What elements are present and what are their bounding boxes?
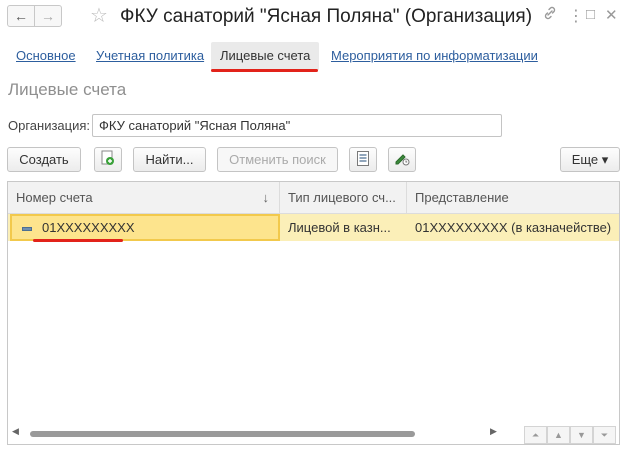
copy-icon	[101, 150, 115, 169]
sort-down-icon: ↓	[262, 190, 270, 205]
copy-button[interactable]	[94, 147, 122, 172]
scrollbar-thumb[interactable]	[30, 431, 415, 437]
section-title: Лицевые счета	[8, 80, 127, 99]
table-row[interactable]: 01XXXXXXXXX Лицевой в казн... 01XXXXXXXX…	[8, 214, 619, 241]
highlight-underline	[33, 239, 123, 242]
column-header-account-number[interactable]: Номер счета ↓	[8, 182, 280, 214]
list-settings-button[interactable]	[349, 147, 377, 172]
edit-button[interactable]	[388, 147, 416, 172]
record-icon	[22, 226, 32, 231]
tab-personal-accounts[interactable]: Лицевые счета	[211, 42, 320, 70]
account-type-cell[interactable]: Лицевой в казн...	[280, 214, 407, 241]
menu-icon[interactable]: ⋮	[568, 6, 584, 26]
active-tab-underline	[211, 69, 318, 72]
create-button[interactable]: Создать	[7, 147, 81, 172]
scroll-left-icon[interactable]: ◀	[12, 426, 19, 437]
back-button[interactable]: ←	[7, 5, 35, 27]
scroll-up-icon[interactable]: ▲	[547, 426, 570, 444]
star-icon[interactable]: ☆	[90, 3, 108, 28]
forward-button[interactable]: →	[34, 5, 62, 27]
more-button[interactable]: Еще ▾	[560, 147, 620, 172]
scroll-top-icon[interactable]: ⏶	[524, 426, 547, 444]
arrow-left-icon: ←	[14, 8, 28, 24]
tab-informatization-events[interactable]: Мероприятия по информатизации	[331, 42, 538, 70]
window-title: ФКУ санаторий "Ясная Поляна" (Организаци…	[120, 6, 533, 27]
document-list-icon	[357, 150, 369, 169]
tab-bar: Основное Учетная политика Лицевые счета …	[0, 42, 626, 72]
scroll-right-icon[interactable]: ▶	[490, 426, 497, 437]
tab-accounting-policy[interactable]: Учетная политика	[96, 42, 204, 70]
tab-main[interactable]: Основное	[16, 42, 76, 70]
arrow-right-icon: →	[41, 8, 55, 24]
horizontal-scrollbar[interactable]: ◀ ▶	[8, 426, 508, 440]
column-header-account-type[interactable]: Тип лицевого сч...	[280, 182, 407, 214]
find-button[interactable]: Найти...	[133, 147, 206, 172]
organization-field[interactable]	[92, 114, 502, 137]
organization-label: Организация:	[8, 118, 91, 133]
scroll-down-icon[interactable]: ▼	[570, 426, 593, 444]
pencil-icon	[394, 150, 410, 169]
account-number-cell[interactable]: 01XXXXXXXXX	[10, 214, 280, 241]
presentation-cell[interactable]: 01XXXXXXXXX (в казначействе)	[407, 214, 619, 241]
maximize-icon[interactable]: □	[586, 6, 595, 23]
cancel-search-button[interactable]: Отменить поиск	[217, 147, 338, 172]
column-header-presentation[interactable]: Представление	[407, 182, 619, 214]
title-bar: ← → ☆ ФКУ санаторий "Ясная Поляна" (Орга…	[0, 0, 626, 34]
close-icon[interactable]: ✕	[605, 6, 618, 24]
scroll-bottom-icon[interactable]: ⏷	[593, 426, 616, 444]
link-icon[interactable]	[543, 6, 557, 24]
accounts-table: Номер счета ↓ Тип лицевого сч... Предста…	[7, 181, 620, 445]
